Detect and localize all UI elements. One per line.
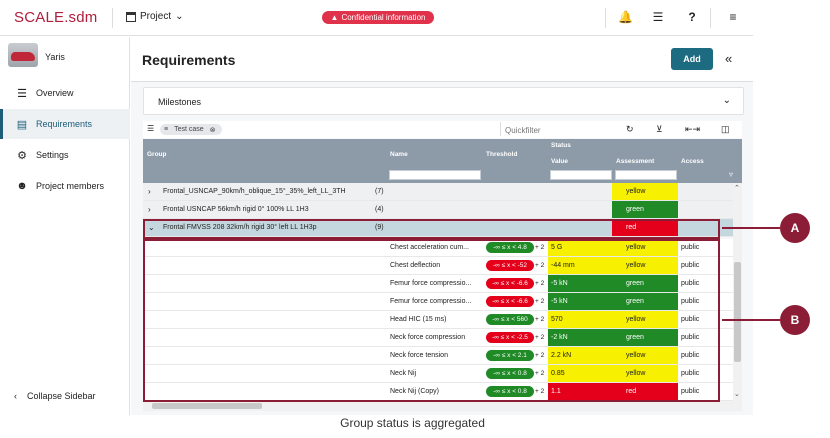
filter-icon[interactable]: ▿ xyxy=(665,170,669,179)
page-title: Requirements xyxy=(142,52,236,68)
callout-line-a xyxy=(722,227,780,229)
col-group[interactable]: Group xyxy=(147,151,167,158)
col-threshold[interactable]: Threshold xyxy=(486,151,517,158)
callout-a: A xyxy=(780,213,810,243)
divider xyxy=(500,122,501,136)
col-status: Status xyxy=(551,142,571,149)
users-icon: ☻ xyxy=(16,180,28,192)
confidential-badge: ▲ Confidential information xyxy=(322,11,434,24)
add-button[interactable]: Add xyxy=(671,48,713,70)
vehicle-thumbnail xyxy=(8,43,38,67)
top-bar: SCALE.sdm Project ⌄ ▲ Confidential informa… xyxy=(0,0,753,36)
columns-icon[interactable]: ◫ xyxy=(721,124,730,135)
group-count: (4) xyxy=(375,206,384,213)
fit-columns-icon[interactable]: ⇤⇥ xyxy=(685,124,700,135)
divider xyxy=(112,8,113,28)
callout-b: B xyxy=(780,305,810,335)
scroll-down-icon[interactable]: ⌄ xyxy=(734,390,740,398)
col-assessment[interactable]: Assessment xyxy=(616,158,654,165)
group-row[interactable]: › Frontal_USNCAP_90km/h_oblique_15°_35%_… xyxy=(143,183,733,201)
close-icon[interactable]: ⊗ xyxy=(210,126,216,134)
warning-icon: ▲ xyxy=(330,13,339,22)
sidebar-item-settings[interactable]: ⚙ Settings xyxy=(0,140,130,170)
scrollbar-thumb[interactable] xyxy=(734,262,741,362)
tree-icon[interactable]: ☰ xyxy=(147,124,154,133)
sidebar-item-overview[interactable]: ☰ Overview xyxy=(0,78,130,108)
callout-line-b xyxy=(722,319,780,321)
group-assessment: yellow xyxy=(612,183,678,200)
highlight-box-b xyxy=(143,239,720,402)
sidebar-item-requirements[interactable]: ▤ Requirements xyxy=(0,109,130,139)
filter-chip[interactable]: ≡ Test case ⊗ xyxy=(160,124,222,135)
chevron-down-icon: ⌄ xyxy=(175,11,184,22)
checklist-icon[interactable]: ☰ xyxy=(651,10,665,24)
bell-icon[interactable]: 🔔 xyxy=(618,10,633,24)
list-icon: ☰ xyxy=(17,87,27,100)
chevron-right-icon[interactable]: › xyxy=(148,201,151,218)
gear-icon: ⚙ xyxy=(17,149,27,162)
filter-icon[interactable]: ▿ xyxy=(729,170,733,179)
group-label: Frontal_USNCAP_90km/h_oblique_15°_35%_le… xyxy=(163,188,346,195)
group-assessment: green xyxy=(612,201,678,218)
caption: Group status is aggregated xyxy=(340,416,485,430)
divider xyxy=(710,8,711,28)
sidebar: Yaris ☰ Overview ▤ Requirements ⚙ Settings … xyxy=(0,37,130,415)
col-value[interactable]: Value xyxy=(551,158,568,165)
name-filter-input[interactable] xyxy=(389,170,481,180)
sidebar-item-project-members[interactable]: ☻ Project members xyxy=(0,171,130,201)
divider xyxy=(605,8,606,28)
vehicle-name: Yaris xyxy=(45,52,65,62)
chevron-down-icon: ⌄ xyxy=(722,95,731,106)
group-count: (7) xyxy=(375,188,384,195)
chevron-left-icon: ‹ xyxy=(14,391,17,401)
refresh-icon[interactable]: ↻ xyxy=(626,124,634,135)
project-icon xyxy=(126,11,136,22)
chevron-right-icon[interactable]: › xyxy=(148,183,151,200)
menu-icon[interactable]: ≡ xyxy=(726,10,740,24)
quickfilter-input[interactable]: Quickfilter xyxy=(505,126,541,135)
milestones-panel[interactable]: Milestones ⌄ xyxy=(143,87,744,115)
scroll-up-icon[interactable]: ⌃ xyxy=(734,184,740,192)
grid-toolbar xyxy=(143,121,742,138)
project-label: Project xyxy=(140,11,172,22)
collapse-sidebar-button[interactable]: ‹ Collapse Sidebar xyxy=(14,391,96,401)
grid-icon: ≡ xyxy=(164,126,169,133)
group-row[interactable]: › Frontal USNCAP 56km/h rigid 0° 100% LL… xyxy=(143,201,733,219)
filter-icon[interactable]: ▿ xyxy=(600,170,604,179)
col-name[interactable]: Name xyxy=(390,151,408,158)
filter-icon[interactable]: ▿ xyxy=(470,170,474,179)
app-logo[interactable]: SCALE.sdm xyxy=(14,9,98,26)
chart-icon: ▤ xyxy=(16,118,28,131)
col-access[interactable]: Access xyxy=(681,158,704,165)
highlight-box-a xyxy=(143,219,720,239)
project-menu[interactable]: Project ⌄ xyxy=(126,11,184,22)
collapse-panel-icon[interactable]: « xyxy=(725,51,732,66)
clear-filter-icon[interactable]: ⊻ xyxy=(656,124,663,135)
help-icon[interactable]: ? xyxy=(685,10,699,24)
scrollbar-thumb[interactable] xyxy=(152,403,262,409)
group-label: Frontal USNCAP 56km/h rigid 0° 100% LL 1… xyxy=(163,206,309,213)
